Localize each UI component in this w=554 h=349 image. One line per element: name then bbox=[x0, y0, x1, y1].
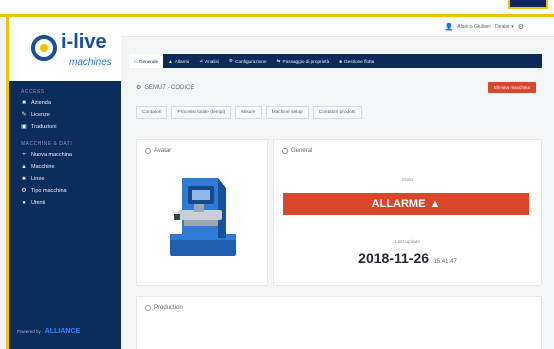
sub-tabs: Contatori Processi totale (tempi) Misure… bbox=[136, 106, 362, 119]
tab-label: Passaggio di proprietà bbox=[282, 58, 330, 64]
fleet-icon: ■ bbox=[339, 58, 343, 64]
logo-ring-icon bbox=[31, 35, 57, 61]
alert-icon: ▲ bbox=[168, 58, 173, 64]
card-title-text: Avatar bbox=[154, 148, 172, 154]
machine-icon: ⚙ bbox=[136, 85, 142, 91]
sidebar-item-licenze[interactable]: ✎ Licenze bbox=[9, 109, 121, 121]
chart-icon: ⊿ bbox=[199, 58, 204, 63]
sidebar-item-label: Licenze bbox=[31, 112, 50, 118]
circle-icon bbox=[145, 305, 151, 311]
settings-icon[interactable]: ⚙ bbox=[518, 23, 524, 31]
tab-label: Generale bbox=[138, 58, 159, 64]
subtab-contatori[interactable]: Contatori bbox=[136, 106, 168, 119]
sidebar-item-traduzioni[interactable]: ▣ Traduzioni bbox=[9, 121, 121, 133]
warning-icon: ▲ bbox=[429, 198, 441, 210]
delete-machine-button[interactable]: Elimina macchina bbox=[488, 82, 536, 93]
circle-icon bbox=[282, 148, 288, 154]
sidebar-section-access: ACCESS bbox=[21, 89, 45, 95]
gear-icon: ⚙ bbox=[21, 188, 27, 194]
powered-by-label: Powered by bbox=[17, 329, 41, 334]
subtab-contatori-prodotti[interactable]: Contatori prodotti bbox=[312, 106, 362, 119]
card-title: Avatar bbox=[145, 148, 171, 154]
subtab-machine-setup[interactable]: Machine setup bbox=[265, 106, 309, 119]
user-menu[interactable]: 👤 Alarico Giuliani · Dealer ▾ ⚙ bbox=[445, 23, 524, 31]
tab-label: Configurazione bbox=[235, 58, 267, 64]
building-icon: ■ bbox=[22, 100, 26, 106]
tab-passaggio-proprieta[interactable]: ⇆ Passaggio di proprietà bbox=[272, 54, 335, 68]
screen: i-live machines ACCESS ■ Azienda ✎ Licen… bbox=[0, 0, 554, 349]
alarm-text: ALLARME bbox=[371, 198, 426, 210]
last-update-value: 2018-11-26 15:41:47 bbox=[273, 250, 542, 268]
brand-logo-text: ALLIANCE bbox=[44, 328, 81, 335]
tab-gestione-flotta[interactable]: ■ Gestione flotta bbox=[334, 54, 379, 68]
machine-icon: ▲ bbox=[21, 164, 27, 170]
language-icon: ▣ bbox=[21, 124, 27, 130]
production-card: Production bbox=[136, 296, 542, 349]
sidebar-item-label: Nuova macchina bbox=[31, 152, 72, 158]
line-icon: ♣ bbox=[22, 176, 26, 182]
sidebar-item-label: Azienda bbox=[31, 100, 51, 106]
user-icon: 👤 bbox=[444, 24, 454, 31]
tab-label: Analisi bbox=[205, 58, 219, 64]
logo-subtext: machines bbox=[69, 57, 112, 68]
last-update-date: 2018-11-26 bbox=[358, 250, 430, 266]
tab-analisi[interactable]: ⊿ Analisi bbox=[194, 54, 224, 68]
sidebar-section-machines: MACCHINE & DATI bbox=[21, 141, 73, 147]
logo-text: i-live bbox=[61, 31, 107, 53]
sidebar-item-label: Utenti bbox=[31, 200, 46, 206]
logo[interactable]: i-live machines bbox=[9, 17, 121, 81]
sidebar-item-nuova-macchina[interactable]: + Nuova macchina bbox=[9, 149, 121, 161]
key-icon: ✎ bbox=[21, 112, 27, 118]
gear-icon: ⚙ bbox=[228, 58, 234, 63]
machine-avatar-icon bbox=[170, 178, 236, 256]
sidebar-item-label: Linee bbox=[31, 176, 45, 182]
plus-icon: + bbox=[22, 152, 26, 158]
card-title-text: Production bbox=[154, 305, 183, 311]
last-update-time: 15:41:47 bbox=[433, 259, 457, 265]
sidebar-item-macchine[interactable]: ▲ Macchine bbox=[9, 161, 121, 173]
sidebar-item-linee[interactable]: ♣ Linee bbox=[9, 173, 121, 185]
transfer-icon: ⇆ bbox=[276, 58, 281, 63]
last-update-label: Last update bbox=[394, 240, 421, 245]
alarm-status-bar: ALLARME ▲ bbox=[283, 193, 529, 215]
sidebar-item-tipo-macchina[interactable]: ⚙ Tipo macchina bbox=[9, 185, 121, 197]
tab-configurazione[interactable]: ⚙ Configurazione bbox=[224, 54, 272, 68]
card-title-text: General bbox=[291, 148, 313, 154]
sidebar-footer: Powered by ALLIANCE bbox=[17, 328, 80, 335]
tab-generale[interactable]: ⌂ Generale bbox=[129, 54, 164, 68]
sidebar-item-label: Macchine bbox=[31, 164, 55, 170]
status-label: Stato bbox=[401, 178, 414, 183]
sidebar-item-azienda[interactable]: ■ Azienda bbox=[9, 97, 121, 109]
machine-code: GEMU7 · CODICE bbox=[144, 84, 195, 91]
card-title: Production bbox=[145, 305, 183, 311]
sidebar-item-utenti[interactable]: ● Utenti bbox=[9, 197, 121, 209]
main-tabs: ⌂ Generale ▲ Allarmi ⊿ Analisi ⚙ Configu… bbox=[129, 54, 542, 68]
home-icon: ⌂ bbox=[134, 58, 137, 64]
sidebar-item-label: Tipo macchina bbox=[31, 188, 67, 194]
subtab-misure[interactable]: Misure bbox=[235, 106, 262, 119]
user-label: Alarico Giuliani · Dealer ▾ bbox=[457, 24, 514, 30]
tab-label: Gestione flotta bbox=[344, 58, 375, 64]
sidebar-item-label: Traduzioni bbox=[31, 124, 57, 130]
sidebar: i-live machines ACCESS ■ Azienda ✎ Licen… bbox=[9, 17, 121, 349]
corner-tab bbox=[508, 0, 548, 9]
tab-allarmi[interactable]: ▲ Allarmi bbox=[163, 54, 194, 68]
circle-icon bbox=[145, 148, 151, 154]
page-title: ⚙ GEMU7 · CODICE bbox=[136, 84, 195, 92]
users-icon: ● bbox=[22, 200, 26, 206]
subtab-processi[interactable]: Processi totale (tempi) bbox=[171, 106, 232, 119]
card-title: General bbox=[282, 148, 312, 154]
tab-label: Allarmi bbox=[174, 58, 190, 64]
top-bar: 👤 Alarico Giuliani · Dealer ▾ ⚙ bbox=[121, 17, 554, 37]
